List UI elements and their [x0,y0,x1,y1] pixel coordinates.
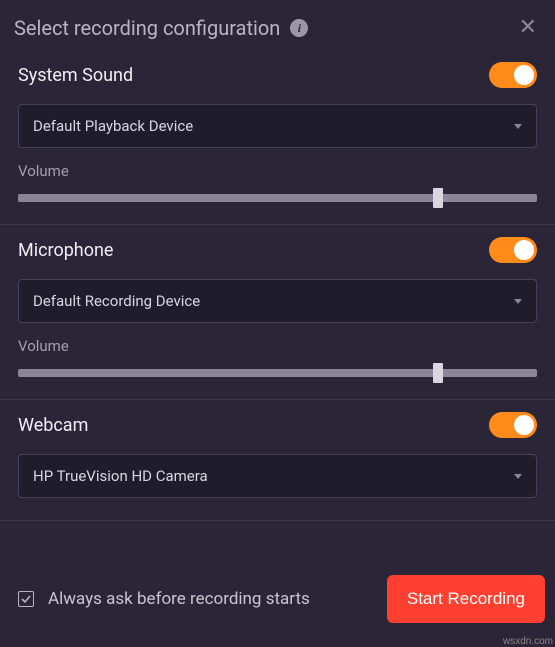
watermark: wsxdn.com [503,636,553,647]
info-icon[interactable]: i [290,19,308,37]
chevron-down-icon [514,299,522,304]
close-icon[interactable]: ✕ [519,17,537,39]
dialog-footer: Always ask before recording starts Start… [0,561,555,637]
webcam-device-value: HP TrueVision HD Camera [33,467,208,485]
system-sound-device-value: Default Playback Device [33,117,193,135]
microphone-volume-label: Volume [18,337,537,355]
always-ask-label: Always ask before recording starts [48,589,310,609]
microphone-device-value: Default Recording Device [33,292,200,310]
microphone-title: Microphone [18,240,113,261]
system-sound-section: System Sound Default Playback Device Vol… [0,50,555,225]
webcam-title: Webcam [18,415,88,436]
slider-thumb[interactable] [433,188,443,208]
microphone-section: Microphone Default Recording Device Volu… [0,225,555,400]
system-sound-device-select[interactable]: Default Playback Device [18,104,537,148]
slider-thumb[interactable] [433,363,443,383]
webcam-device-select[interactable]: HP TrueVision HD Camera [18,454,537,498]
start-recording-button[interactable]: Start Recording [387,575,545,623]
dialog-header: Select recording configuration i ✕ [0,0,555,50]
chevron-down-icon [514,124,522,129]
microphone-toggle[interactable] [489,237,537,263]
dialog-title: Select recording configuration [14,16,280,40]
system-sound-toggle[interactable] [489,62,537,88]
chevron-down-icon [514,474,522,479]
webcam-toggle[interactable] [489,412,537,438]
microphone-volume-slider[interactable] [18,369,537,377]
check-icon [21,594,31,604]
always-ask-checkbox[interactable] [18,591,34,607]
system-sound-volume-slider[interactable] [18,194,537,202]
system-sound-volume-label: Volume [18,162,537,180]
system-sound-title: System Sound [18,65,133,86]
microphone-device-select[interactable]: Default Recording Device [18,279,537,323]
webcam-section: Webcam HP TrueVision HD Camera [0,400,555,521]
